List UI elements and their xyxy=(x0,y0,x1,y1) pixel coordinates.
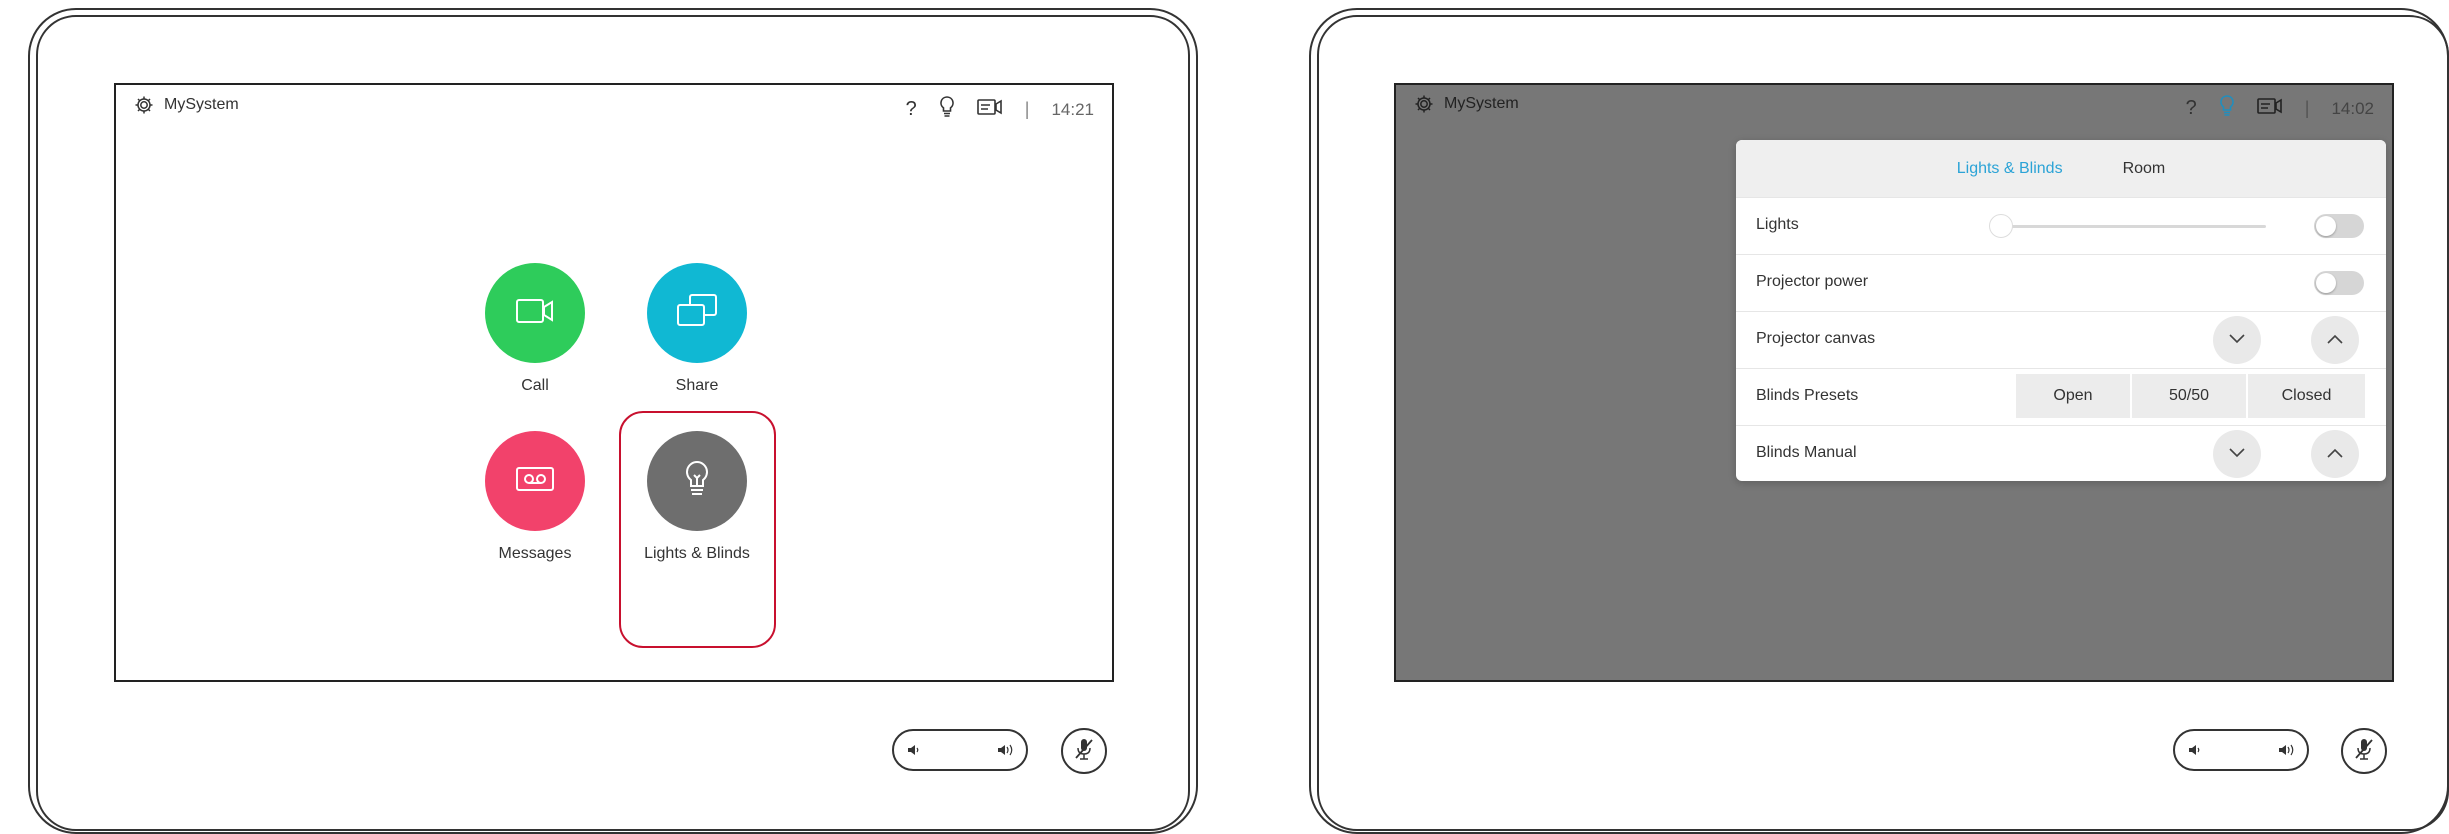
lights-blinds-panel: Lights & Blinds Room Lights Projector po… xyxy=(1736,140,2386,481)
projector-canvas-label: Projector canvas xyxy=(1756,330,1876,347)
blinds-manual-label: Blinds Manual xyxy=(1756,444,1857,461)
chevron-down-icon xyxy=(2229,331,2245,349)
mute-microphone-button[interactable] xyxy=(2341,728,2387,774)
status-bar: MySystem ? | 14:02 xyxy=(1396,85,2392,131)
camera-control-icon[interactable] xyxy=(2256,97,2283,120)
blinds-presets-row: Blinds Presets Open 50/50 Closed xyxy=(1736,368,2386,426)
lights-blinds-screen: MySystem ? | 14:02 Lights & Blinds Room … xyxy=(1394,83,2394,682)
volume-control[interactable] xyxy=(2173,729,2309,771)
projector-canvas-down-button[interactable] xyxy=(2213,316,2261,364)
mute-microphone-button[interactable] xyxy=(1061,728,1107,774)
projector-power-label: Projector power xyxy=(1756,273,1869,290)
preset-half-button[interactable]: 50/50 xyxy=(2132,374,2246,418)
volume-control[interactable] xyxy=(892,729,1028,771)
preset-closed-button[interactable]: Closed xyxy=(2248,374,2365,418)
lights-toggle[interactable] xyxy=(2314,214,2364,238)
clock: 14:02 xyxy=(2331,98,2374,118)
call-button[interactable] xyxy=(485,263,585,363)
share-button[interactable] xyxy=(647,263,747,363)
camera-control-icon[interactable] xyxy=(976,98,1003,121)
system-name: MySystem xyxy=(1444,95,1519,112)
separator: | xyxy=(1024,99,1030,119)
chevron-down-icon xyxy=(2229,445,2245,463)
lights-label: Lights xyxy=(1756,216,1799,233)
chevron-up-icon xyxy=(2327,331,2343,349)
gear-icon xyxy=(1414,94,1434,114)
blinds-manual-up-button[interactable] xyxy=(2311,430,2359,478)
system-name: MySystem xyxy=(164,96,239,113)
projector-canvas-up-button[interactable] xyxy=(2311,316,2359,364)
volume-up-icon[interactable] xyxy=(996,742,1016,763)
status-bar: MySystem ? | 14:21 xyxy=(116,85,1112,131)
call-label: Call xyxy=(521,377,549,394)
projector-canvas-row: Projector canvas xyxy=(1736,311,2386,369)
home-screen: MySystem ? | 14:21 Call Share Messages L… xyxy=(114,83,1114,682)
separator: | xyxy=(2304,98,2310,118)
volume-down-icon[interactable] xyxy=(906,742,922,763)
messages-button[interactable] xyxy=(485,431,585,531)
video-camera-icon xyxy=(515,297,555,330)
blinds-manual-down-button[interactable] xyxy=(2213,430,2261,478)
system-settings[interactable]: MySystem xyxy=(1414,94,1519,114)
lightbulb-icon[interactable] xyxy=(2219,95,2235,122)
blinds-manual-row: Blinds Manual xyxy=(1736,425,2386,481)
selection-highlight xyxy=(619,411,776,648)
chevron-up-icon xyxy=(2327,445,2343,463)
voicemail-icon xyxy=(515,465,555,498)
projector-power-toggle[interactable] xyxy=(2314,271,2364,295)
preset-open-button[interactable]: Open xyxy=(2016,374,2130,418)
slider-handle[interactable] xyxy=(1989,214,2013,238)
messages-label: Messages xyxy=(498,545,572,562)
panel-tabs: Lights & Blinds Room xyxy=(1736,140,2386,197)
microphone-muted-icon xyxy=(2353,736,2375,767)
blinds-presets-label: Blinds Presets xyxy=(1756,387,1859,404)
gear-icon xyxy=(134,95,154,115)
clock: 14:21 xyxy=(1051,99,1094,119)
lightbulb-icon[interactable] xyxy=(939,96,955,123)
volume-up-icon[interactable] xyxy=(2277,742,2297,763)
help-icon[interactable]: ? xyxy=(2186,97,2197,120)
lights-slider[interactable] xyxy=(1989,214,2266,238)
lights-row: Lights xyxy=(1736,197,2386,255)
share-label: Share xyxy=(675,377,719,394)
tab-room[interactable]: Room xyxy=(2123,160,2166,178)
tab-lights-blinds[interactable]: Lights & Blinds xyxy=(1957,160,2063,178)
projector-power-row: Projector power xyxy=(1736,254,2386,312)
microphone-muted-icon xyxy=(1073,736,1095,767)
share-screens-icon xyxy=(676,293,718,334)
system-settings[interactable]: MySystem xyxy=(134,95,239,115)
volume-down-icon[interactable] xyxy=(2187,742,2203,763)
help-icon[interactable]: ? xyxy=(906,98,917,121)
